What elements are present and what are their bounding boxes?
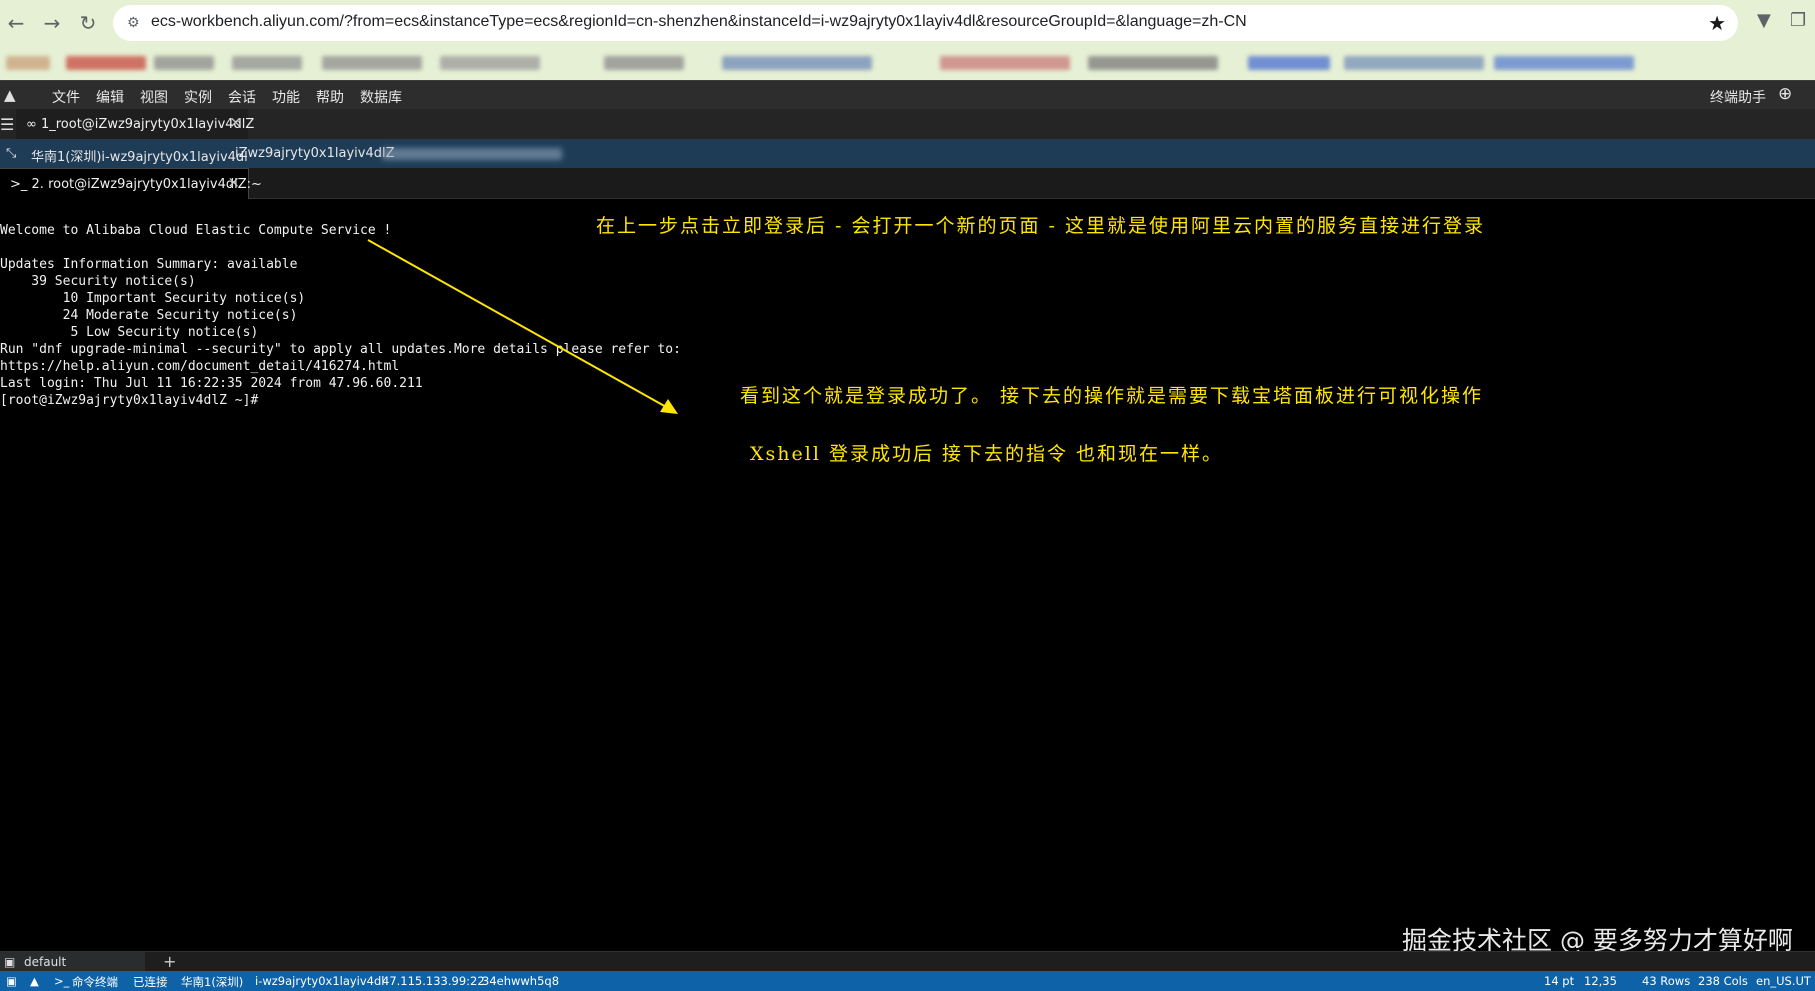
menu-icon[interactable]: ☰: [0, 115, 14, 134]
address-bar[interactable]: ⚙ ecs-workbench.aliyun.com/?from=ecs&ins…: [113, 5, 1738, 41]
session-tabbar: ☰ ∞ 1_root@iZwz9ajryty0x1layiv4dlZ ×: [0, 109, 1815, 141]
menu-instance[interactable]: 实例: [184, 87, 212, 107]
menu-view[interactable]: 视图: [140, 87, 168, 107]
menu-session[interactable]: 会话: [228, 87, 256, 107]
forward-icon[interactable]: →: [38, 9, 66, 37]
menu-features[interactable]: 功能: [272, 87, 300, 107]
terminal-line: Run "dnf upgrade-minimal --security" to …: [0, 342, 681, 357]
annotation-note-1: 在上一步点击立即登录后 - 会打开一个新的页面 - 这里就是使用阿里云内置的服务…: [596, 215, 1486, 237]
url-text[interactable]: ecs-workbench.aliyun.com/?from=ecs&insta…: [151, 13, 1247, 31]
close-icon[interactable]: ×: [229, 113, 242, 131]
panel-tab-label: default: [24, 955, 67, 969]
bookmark-item[interactable]: [604, 56, 684, 70]
tab-session-label-wrap: ∞ 1_root@iZwz9ajryty0x1layiv4dlZ: [26, 117, 254, 132]
back-icon[interactable]: ←: [2, 9, 30, 37]
terminal-line: 24 Moderate Security notice(s): [0, 308, 298, 323]
terminal-line: 5 Low Security notice(s): [0, 325, 259, 340]
terminal-assistant-button[interactable]: 终端助手: [1710, 87, 1766, 107]
terminal-output[interactable]: Welcome to Alibaba Cloud Elastic Compute…: [0, 199, 1815, 951]
terminal-line: Last login: Thu Jul 11 16:22:35 2024 fro…: [0, 376, 423, 391]
bookmark-item[interactable]: [1494, 56, 1634, 70]
menu-edit[interactable]: 编辑: [96, 87, 124, 107]
bookmark-item[interactable]: [154, 56, 214, 70]
terminal-icon: >_: [54, 974, 70, 988]
status-rows: 43 Rows: [1642, 974, 1691, 988]
bookmark-item[interactable]: [1248, 56, 1330, 70]
browser-toolbar: ← → ↻ ⚙ ecs-workbench.aliyun.com/?from=e…: [0, 0, 1815, 46]
panel-tab-default[interactable]: ▣ default: [0, 952, 145, 972]
status-connection: 已连接: [133, 975, 168, 989]
instance-infobar: ⤡ 华南1(深圳)i-wz9ajryty0x1layiv4dl iZwz9ajr…: [0, 139, 1815, 168]
bookmark-item[interactable]: [322, 56, 422, 70]
app-menubar: ▲ 文件 编辑 视图 实例 会话 功能 帮助 数据库 终端助手 ⊕: [0, 80, 1815, 110]
bookmark-item[interactable]: [940, 56, 1070, 70]
status-bar: ▣ ▲ >_ 命令终端 已连接 华南1(深圳) i-wz9ajryty0x1la…: [0, 971, 1815, 991]
add-icon[interactable]: ⊕: [1778, 84, 1792, 104]
terminal-line: 10 Important Security notice(s): [0, 291, 306, 306]
terminal-tabbar: >_ 2. root@iZwz9ajryty0x1layiv4dlZ:~ ×: [0, 168, 1815, 199]
terminal-prompt: [root@iZwz9ajryty0x1layiv4dlZ ~]#: [0, 393, 259, 408]
bookmark-item[interactable]: [440, 56, 540, 70]
status-cols: 238 Cols: [1698, 974, 1748, 988]
status-session: 34ehwwh5q8: [482, 974, 560, 988]
reload-icon[interactable]: ↻: [74, 9, 102, 37]
bookmark-item[interactable]: [1088, 56, 1218, 70]
extensions-icon[interactable]: ❐: [1790, 10, 1806, 31]
terminal-line: https://help.aliyun.com/document_detail/…: [0, 359, 400, 374]
linux-icon: ▲: [4, 86, 16, 104]
collapse-icon[interactable]: ⤡: [6, 146, 16, 161]
link-icon: ∞: [26, 117, 41, 132]
bookmark-item[interactable]: [232, 56, 302, 70]
terminal-line: Welcome to Alibaba Cloud Elastic Compute…: [0, 223, 392, 238]
instance-region-label: 华南1(深圳)i-wz9ajryty0x1layiv4dl: [31, 150, 248, 165]
tab-session-1[interactable]: ∞ 1_root@iZwz9ajryty0x1layiv4dlZ ×: [16, 109, 254, 141]
extensions-dropdown-icon[interactable]: ▼: [1757, 10, 1771, 31]
terminal-icon: >_: [10, 177, 32, 192]
menu-file[interactable]: 文件: [52, 87, 80, 107]
bookmark-item[interactable]: [1344, 56, 1484, 70]
status-cursor: 12,35: [1584, 974, 1617, 988]
panel-tabbar: ▣ default +: [0, 951, 1815, 972]
tab-session-label: 1_root@iZwz9ajryty0x1layiv4dlZ: [40, 117, 255, 132]
add-panel-icon[interactable]: +: [163, 952, 176, 971]
bookmark-item[interactable]: [722, 56, 872, 70]
tab-terminal-2[interactable]: >_ 2. root@iZwz9ajryty0x1layiv4dlZ:~ ×: [0, 168, 262, 199]
status-terminal-label: 命令终端: [72, 975, 118, 989]
bookmark-item[interactable]: [66, 56, 146, 70]
bookmark-item[interactable]: [6, 56, 50, 70]
instance-hostname-label: iZwz9ajryty0x1layiv4dlZ: [235, 146, 395, 161]
status-font-size[interactable]: 14 pt: [1544, 974, 1574, 988]
status-instance: i-wz9ajryty0x1layiv4dl: [255, 974, 385, 988]
terminal-line: 39 Security notice(s): [0, 274, 196, 289]
annotation-note-3: Xshell 登录成功后 接下去的指令 也和现在一样。: [750, 443, 1224, 465]
bookmark-star-icon[interactable]: ★: [1708, 11, 1726, 35]
terminal-line: Updates Information Summary: available: [0, 257, 298, 272]
menu-help[interactable]: 帮助: [316, 87, 344, 107]
annotation-note-2: 看到这个就是登录成功了。 接下去的操作就是需要下载宝塔面板进行可视化操作: [740, 385, 1484, 407]
window-icon: ▣: [6, 974, 17, 988]
redacted-text: [382, 148, 562, 160]
close-icon[interactable]: ×: [227, 173, 240, 191]
site-settings-icon[interactable]: ⚙: [127, 14, 145, 32]
status-ip: 47.115.133.99:22: [382, 974, 485, 988]
bookmarks-bar: [0, 46, 1815, 80]
status-region: 华南1(深圳): [181, 975, 244, 989]
tab-terminal-label-wrap: >_ 2. root@iZwz9ajryty0x1layiv4dlZ:~: [10, 177, 262, 192]
status-locale[interactable]: en_US.UT: [1756, 974, 1811, 988]
linux-icon: ▲: [30, 974, 39, 988]
terminal-panel-icon: ▣: [4, 955, 16, 969]
menu-database[interactable]: 数据库: [360, 87, 402, 107]
